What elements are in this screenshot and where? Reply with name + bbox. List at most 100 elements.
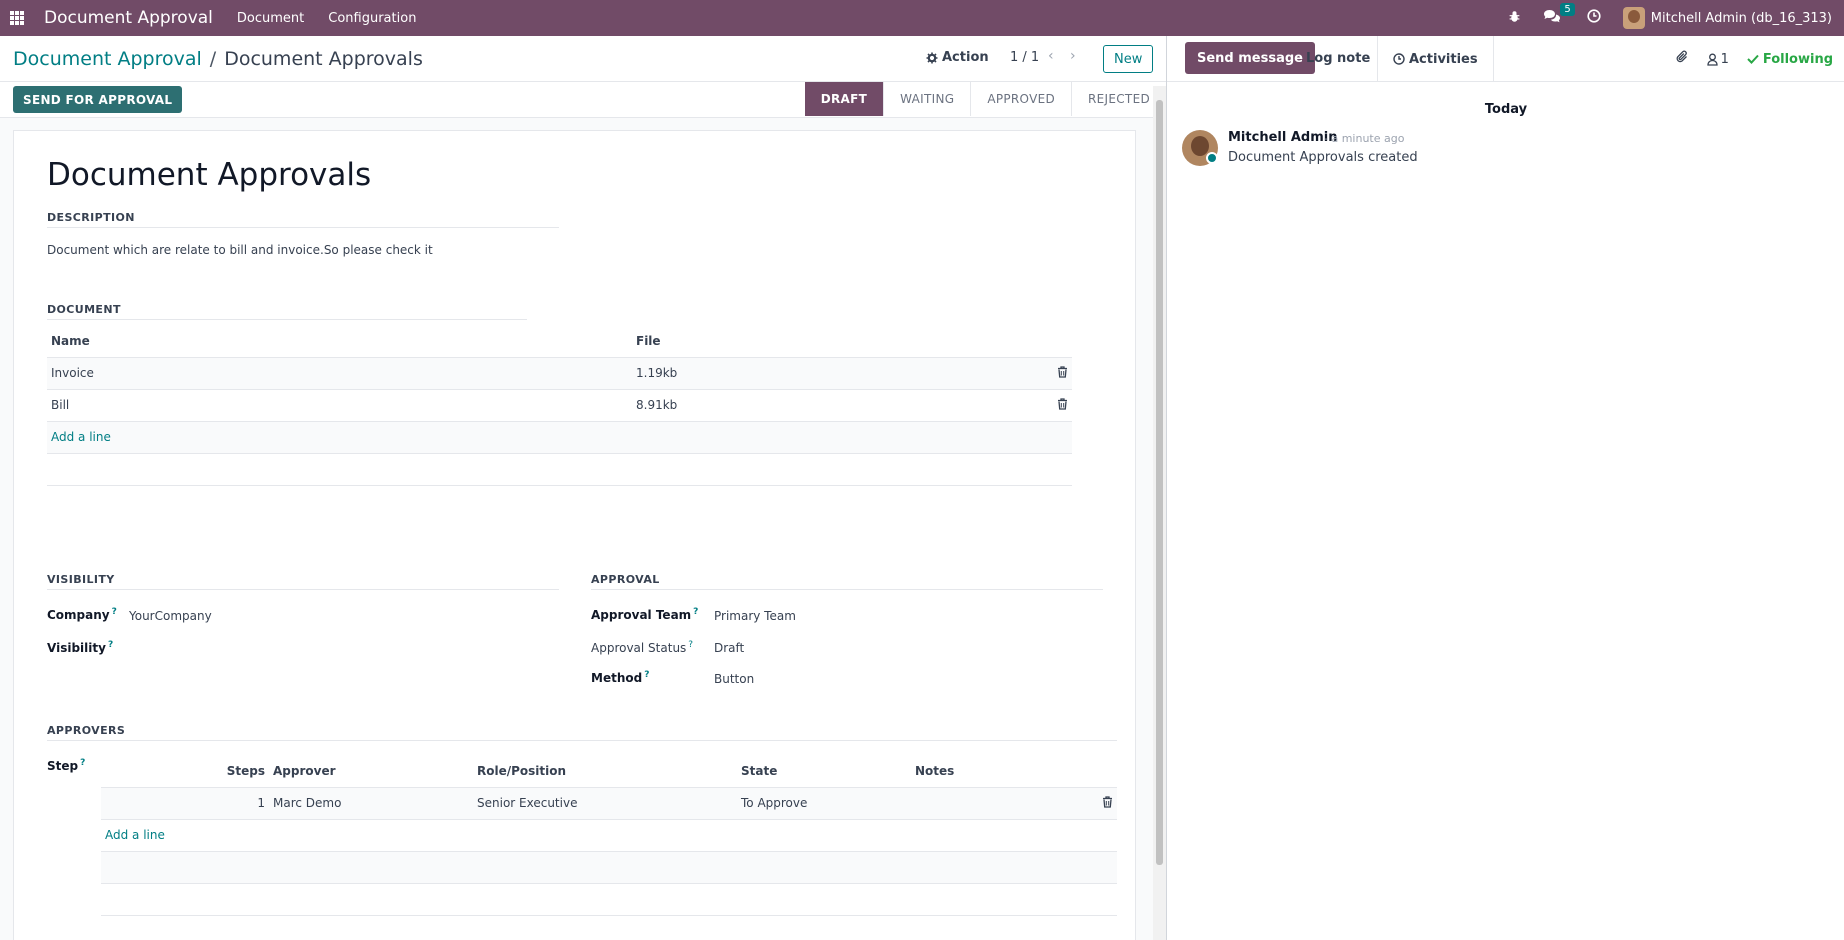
column-header-steps[interactable]: Steps (101, 755, 269, 788)
approver-role[interactable]: Senior Executive (473, 787, 737, 820)
column-header-state[interactable]: State (737, 755, 911, 788)
trash-icon[interactable] (1032, 357, 1072, 390)
method-field[interactable]: Button (714, 672, 754, 686)
table-row (47, 453, 1072, 486)
stage-statusbar: DRAFT WAITING APPROVED REJECTED (804, 82, 1166, 118)
user-avatar[interactable] (1622, 7, 1645, 29)
approval-status-field: Draft (714, 641, 745, 655)
activities-button[interactable]: Activities (1377, 36, 1494, 82)
approval-section-title: APPROVAL (591, 573, 1103, 590)
table-row[interactable]: Bill 8.91kb (47, 389, 1072, 422)
app-name[interactable]: Document Approval (44, 8, 213, 28)
breadcrumb-current: Document Approvals (224, 47, 423, 70)
date-separator: Today (1484, 102, 1528, 117)
help-tooltip[interactable]: ? (80, 758, 85, 768)
visibility-label: Visibility? (47, 640, 114, 655)
document-table: Name File Invoice 1.19kb Bill 8.91kb Add… (47, 325, 1072, 486)
help-tooltip[interactable]: ? (112, 607, 117, 617)
company-field[interactable]: YourCompany (129, 609, 212, 623)
table-row[interactable]: Invoice 1.19kb (47, 357, 1072, 390)
help-tooltip[interactable]: ? (693, 607, 698, 617)
stage-rejected[interactable]: REJECTED (1071, 82, 1166, 116)
form-statusbar-row: SEND FOR APPROVAL DRAFT WAITING APPROVED… (0, 82, 1166, 118)
pager-value[interactable]: 1 / 1 (1010, 50, 1039, 65)
column-header-approver[interactable]: Approver (269, 755, 473, 788)
menu-configuration[interactable]: Configuration (328, 11, 416, 26)
description-section-title: DESCRIPTION (47, 211, 559, 228)
apps-menu-icon[interactable] (10, 11, 24, 25)
clock-icon (1393, 53, 1405, 65)
activity-clock-icon[interactable] (1587, 9, 1601, 27)
column-header-file[interactable]: File (632, 325, 1032, 358)
table-row (101, 883, 1117, 916)
message-author[interactable]: Mitchell Admin (1228, 130, 1337, 145)
message-body: Document Approvals created (1228, 150, 1418, 165)
help-tooltip[interactable]: ? (108, 640, 113, 650)
approvers-section-title: APPROVERS (47, 724, 1117, 741)
menu-document[interactable]: Document (237, 11, 304, 26)
document-file[interactable]: 8.91kb (632, 389, 1032, 422)
following-button[interactable]: Following (1747, 52, 1833, 67)
new-button[interactable]: New (1103, 45, 1154, 73)
approvers-table: Steps Approver Role/Position State Notes… (101, 755, 1117, 916)
document-name[interactable]: Invoice (47, 357, 632, 390)
form-view: Document Approvals DESCRIPTION Document … (0, 118, 1166, 940)
help-tooltip[interactable]: ? (688, 640, 693, 650)
company-label: Company? (47, 607, 117, 622)
document-name[interactable]: Bill (47, 389, 632, 422)
breadcrumb-separator: / (209, 47, 217, 70)
stage-approved[interactable]: APPROVED (970, 82, 1071, 116)
form-scrollbar-thumb[interactable] (1156, 100, 1163, 865)
document-section-title: DOCUMENT (47, 303, 527, 320)
action-label: Action (942, 50, 989, 65)
form-sheet: Document Approvals DESCRIPTION Document … (13, 130, 1136, 940)
breadcrumb-parent[interactable]: Document Approval (13, 48, 202, 70)
chatter-panel: Send message Log note Activities 1 Follo… (1166, 36, 1844, 940)
stage-draft[interactable]: DRAFT (804, 82, 884, 116)
method-label: Method? (591, 670, 650, 685)
send-message-button[interactable]: Send message (1185, 42, 1315, 74)
table-row: Add a line (101, 819, 1117, 852)
debug-bug-icon[interactable] (1508, 10, 1521, 27)
online-status-icon (1206, 152, 1218, 164)
table-row[interactable]: 1 Marc Demo Senior Executive To Approve (101, 787, 1117, 820)
log-note-button[interactable]: Log note (1306, 51, 1370, 66)
table-row: Add a line (47, 421, 1072, 454)
help-tooltip[interactable]: ? (644, 670, 649, 680)
approval-status-label: Approval Status? (591, 640, 694, 655)
approver-name[interactable]: Marc Demo (269, 787, 473, 820)
messages-icon[interactable]: 5 (1543, 3, 1575, 27)
pager-previous-icon[interactable]: ‹ (1048, 48, 1054, 64)
followers-count: 1 (1720, 51, 1729, 67)
control-panel: Document Approval / Document Approvals A… (0, 36, 1166, 82)
paperclip-icon[interactable] (1676, 50, 1689, 68)
table-row (101, 851, 1117, 884)
column-header-role[interactable]: Role/Position (473, 755, 737, 788)
approver-add-line-link[interactable]: Add a line (101, 819, 473, 852)
description-field[interactable]: Document which are relate to bill and in… (47, 243, 433, 257)
step-label: Step? (47, 758, 86, 773)
navbar-systray: 5 Mitchell Admin (db_16_313) (1508, 0, 1844, 36)
trash-icon[interactable] (1032, 389, 1072, 422)
action-button[interactable]: Action (926, 50, 989, 65)
column-header-name[interactable]: Name (47, 325, 632, 358)
approver-notes[interactable] (911, 787, 1077, 820)
gear-icon (926, 52, 938, 63)
record-title[interactable]: Document Approvals (47, 157, 371, 193)
user-icon (1706, 53, 1718, 66)
activities-label: Activities (1409, 51, 1478, 67)
approval-team-field[interactable]: Primary Team (714, 609, 796, 623)
document-file[interactable]: 1.19kb (632, 357, 1032, 390)
approver-steps[interactable]: 1 (101, 787, 269, 820)
document-add-line-link[interactable]: Add a line (47, 421, 632, 454)
trash-icon[interactable] (1077, 787, 1117, 820)
visibility-section-title: VISIBILITY (47, 573, 559, 590)
column-header-notes[interactable]: Notes (911, 755, 1077, 788)
top-navbar: Document Approval Document Configuration… (0, 0, 1844, 36)
followers-button[interactable]: 1 (1706, 51, 1729, 67)
stage-waiting[interactable]: WAITING (883, 82, 970, 116)
send-for-approval-button[interactable]: SEND FOR APPROVAL (13, 86, 183, 113)
user-menu[interactable]: Mitchell Admin (db_16_313) (1651, 11, 1832, 26)
pager-next-icon[interactable]: › (1070, 48, 1076, 64)
approver-state[interactable]: To Approve (737, 787, 911, 820)
